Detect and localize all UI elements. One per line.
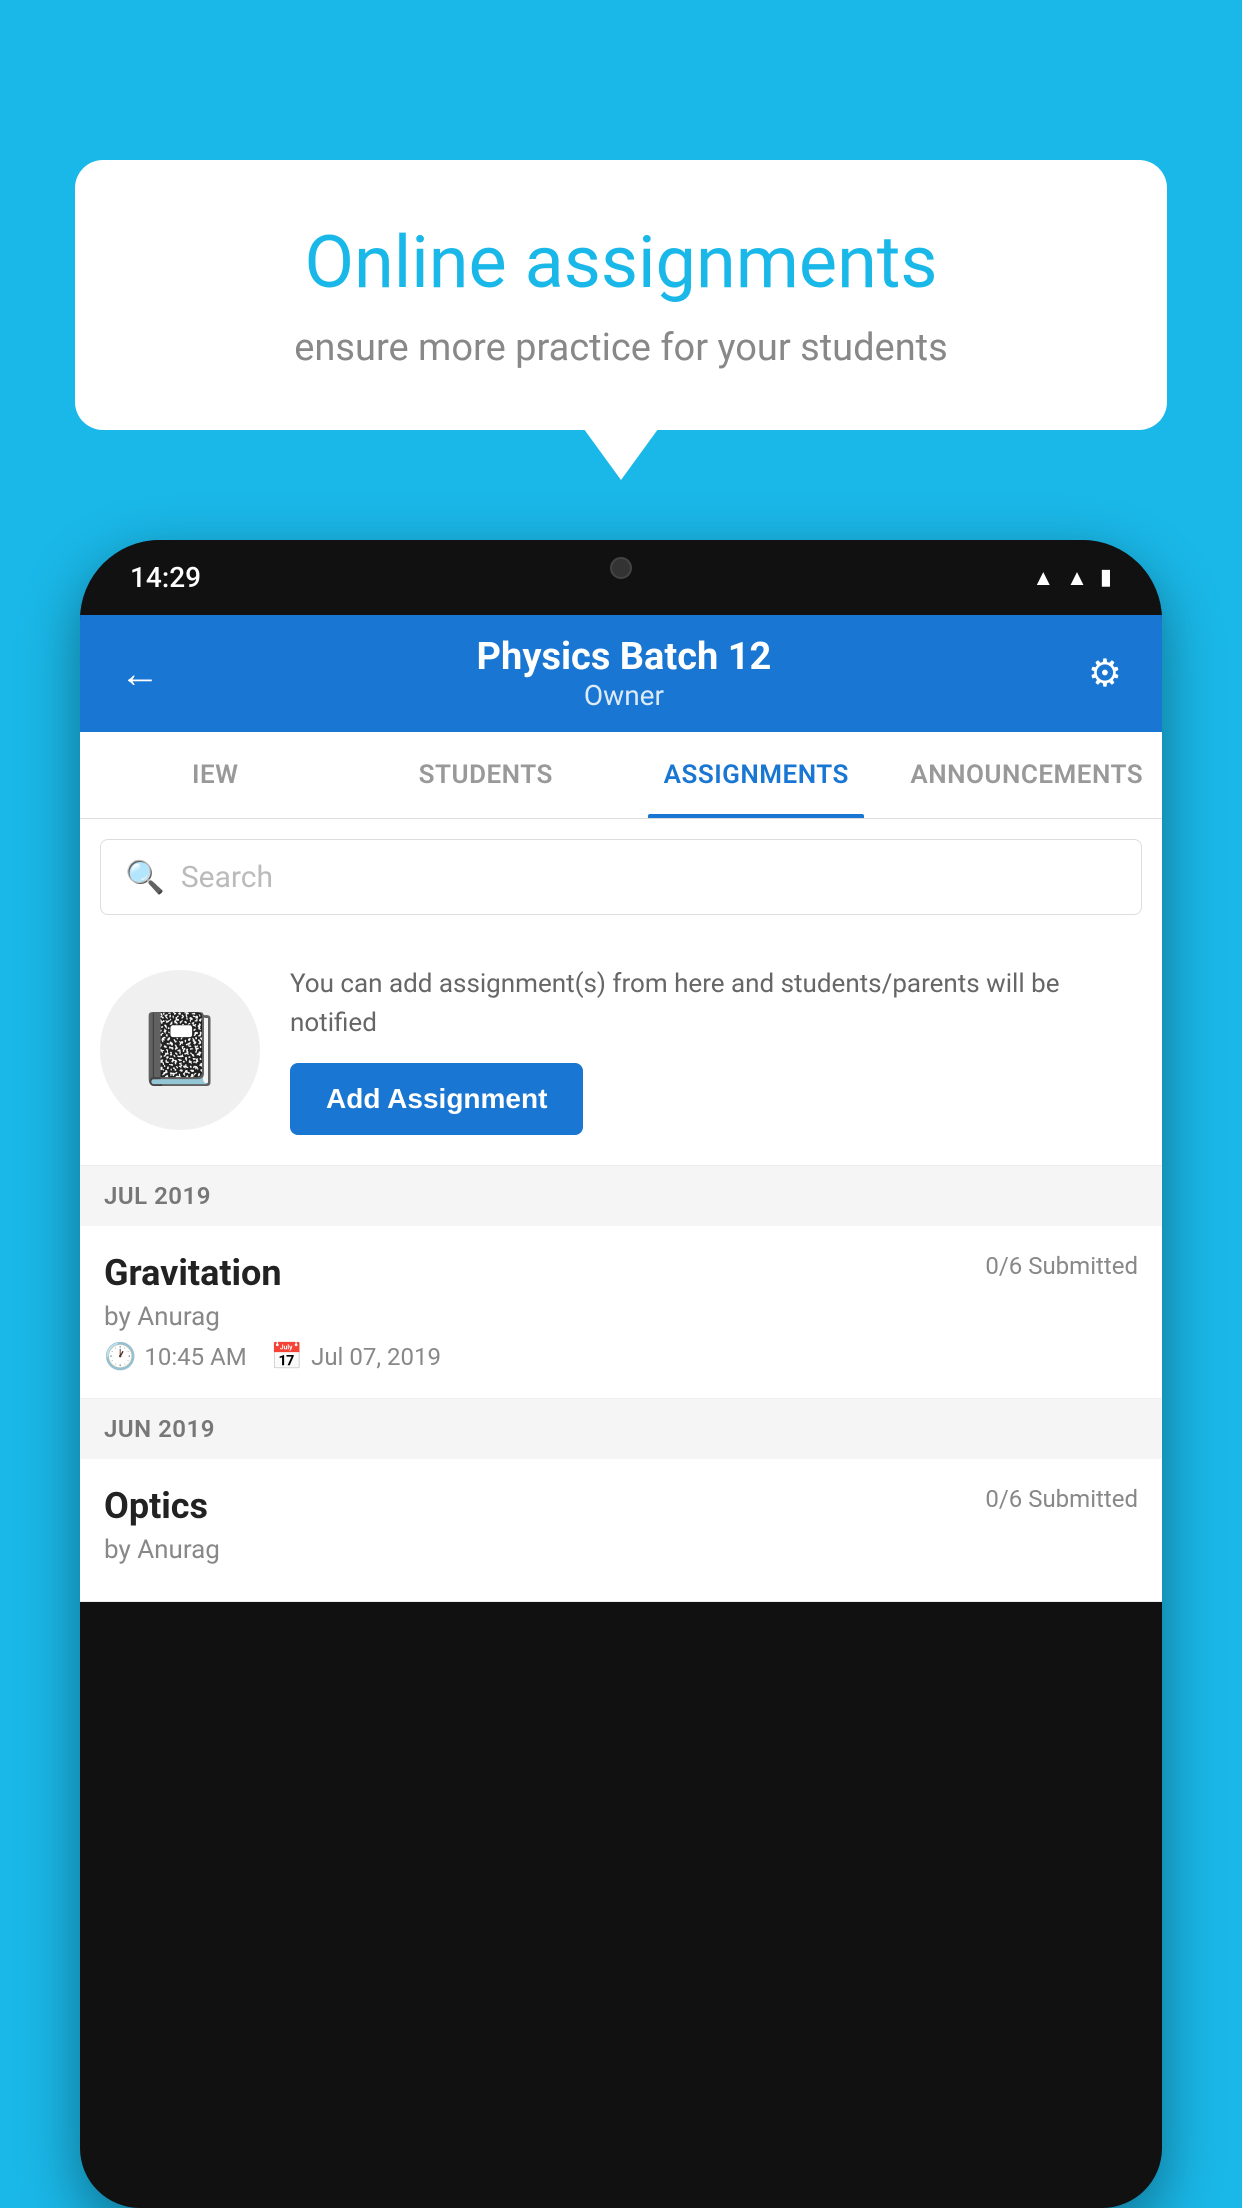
assignment-date-gravitation: 📅 Jul 07, 2019 [271,1342,441,1372]
search-icon: 🔍 [125,858,165,896]
phone-frame: 14:29 ▲ ▲ ▮ ← Physics Batch 12 Owner ⚙ I… [80,540,1162,2208]
assignment-title-optics: Optics [104,1485,208,1527]
empty-state-content: You can add assignment(s) from here and … [290,965,1142,1135]
assignment-submitted-gravitation: 0/6 Submitted [985,1252,1138,1280]
assignment-time-gravitation: 🕐 10:45 AM [104,1342,247,1372]
assignment-time-value: 10:45 AM [144,1343,246,1371]
empty-state-icon: 📓 [100,970,260,1130]
assignment-meta-gravitation: 🕐 10:45 AM 📅 Jul 07, 2019 [104,1342,1138,1372]
status-time: 14:29 [130,561,201,594]
assignment-submitted-optics: 0/6 Submitted [985,1485,1138,1513]
speech-bubble: Online assignments ensure more practice … [75,160,1167,430]
notebook-icon: 📓 [136,1009,223,1091]
battery-icon: ▮ [1100,565,1112,590]
empty-state-text: You can add assignment(s) from here and … [290,965,1142,1043]
settings-icon[interactable]: ⚙ [1088,651,1122,696]
empty-state: 📓 You can add assignment(s) from here an… [80,935,1162,1166]
status-icons: ▲ ▲ ▮ [1032,565,1112,591]
assignment-author-gravitation: by Anurag [104,1302,1138,1332]
tab-announcements[interactable]: ANNOUNCEMENTS [892,732,1163,818]
section-header-jul: JUL 2019 [80,1166,1162,1226]
tab-assignments[interactable]: ASSIGNMENTS [621,732,892,818]
tab-students[interactable]: STUDENTS [351,732,622,818]
tab-overview[interactable]: IEW [80,732,351,818]
assignment-title-gravitation: Gravitation [104,1252,282,1294]
section-header-jun: JUN 2019 [80,1399,1162,1459]
assignment-top: Gravitation 0/6 Submitted [104,1252,1138,1294]
screen-content: 🔍 Search 📓 You can add assignment(s) fro… [80,819,1162,1602]
speech-bubble-wrapper: Online assignments ensure more practice … [75,160,1167,430]
assignment-author-optics: by Anurag [104,1535,1138,1565]
search-bar[interactable]: 🔍 Search [100,839,1142,915]
phone-camera [610,557,632,579]
back-button[interactable]: ← [120,650,160,697]
speech-bubble-subtitle: ensure more practice for your students [155,326,1087,370]
speech-bubble-title: Online assignments [155,220,1087,306]
add-assignment-button[interactable]: Add Assignment [290,1063,583,1135]
tabs-bar: IEW STUDENTS ASSIGNMENTS ANNOUNCEMENTS [80,732,1162,819]
wifi-icon: ▲ [1032,565,1054,591]
assignment-date-value: Jul 07, 2019 [311,1343,441,1371]
assignment-item-optics[interactable]: Optics 0/6 Submitted by Anurag [80,1459,1162,1602]
app-header: ← Physics Batch 12 Owner ⚙ [80,615,1162,732]
header-subtitle: Owner [477,679,772,712]
signal-icon: ▲ [1066,565,1088,591]
clock-icon: 🕐 [104,1342,136,1372]
assignment-top-optics: Optics 0/6 Submitted [104,1485,1138,1527]
header-title: Physics Batch 12 [477,635,772,679]
header-title-section: Physics Batch 12 Owner [477,635,772,712]
calendar-icon: 📅 [271,1342,303,1372]
phone-notch [531,540,711,595]
search-placeholder: Search [181,860,273,895]
assignment-item-gravitation[interactable]: Gravitation 0/6 Submitted by Anurag 🕐 10… [80,1226,1162,1399]
status-bar: 14:29 ▲ ▲ ▮ [80,540,1162,615]
